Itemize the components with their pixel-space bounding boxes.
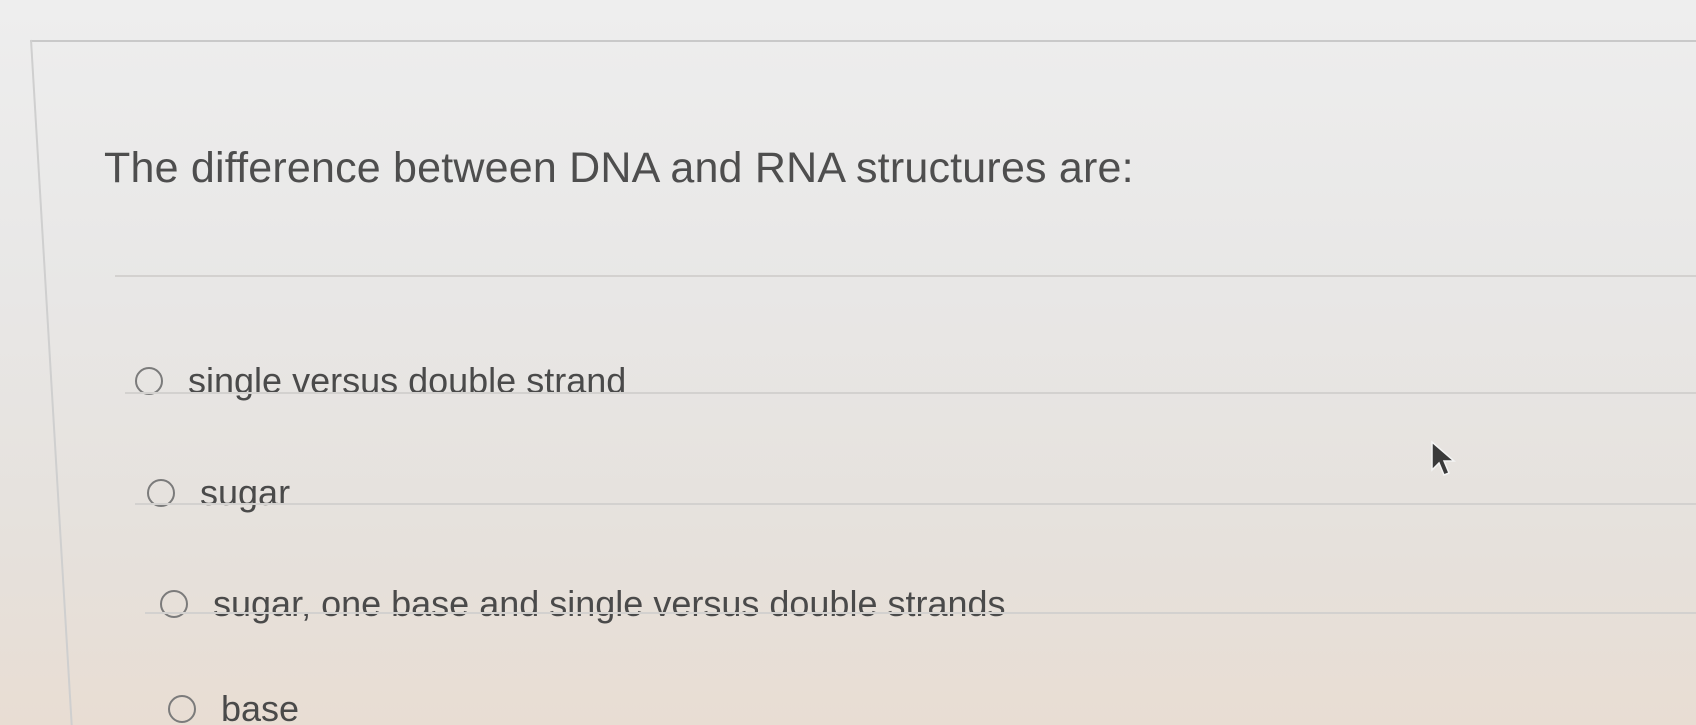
- answer-option-4[interactable]: base: [168, 688, 299, 725]
- answer-label: single versus double strand: [188, 360, 627, 401]
- answer-label: base: [221, 688, 300, 725]
- answer-option-1[interactable]: single versus double strand: [135, 360, 626, 402]
- answer-option-3[interactable]: sugar, one base and single versus double…: [160, 583, 1006, 625]
- mouse-pointer-icon: [1431, 440, 1457, 476]
- answer-divider: [135, 503, 1696, 505]
- question-divider: [115, 275, 1696, 277]
- answer-option-2[interactable]: sugar: [147, 472, 290, 514]
- question-panel: The difference between DNA and RNA struc…: [40, 42, 1696, 725]
- answer-label: sugar: [200, 472, 291, 513]
- radio-unchecked-icon[interactable]: [135, 367, 163, 395]
- radio-unchecked-icon[interactable]: [168, 695, 196, 723]
- answer-label: sugar, one base and single versus double…: [213, 583, 1006, 624]
- answer-divider: [145, 612, 1696, 614]
- screen: The difference between DNA and RNA struc…: [0, 0, 1696, 725]
- answer-divider: [125, 392, 1696, 394]
- question-text: The difference between DNA and RNA struc…: [104, 144, 1134, 192]
